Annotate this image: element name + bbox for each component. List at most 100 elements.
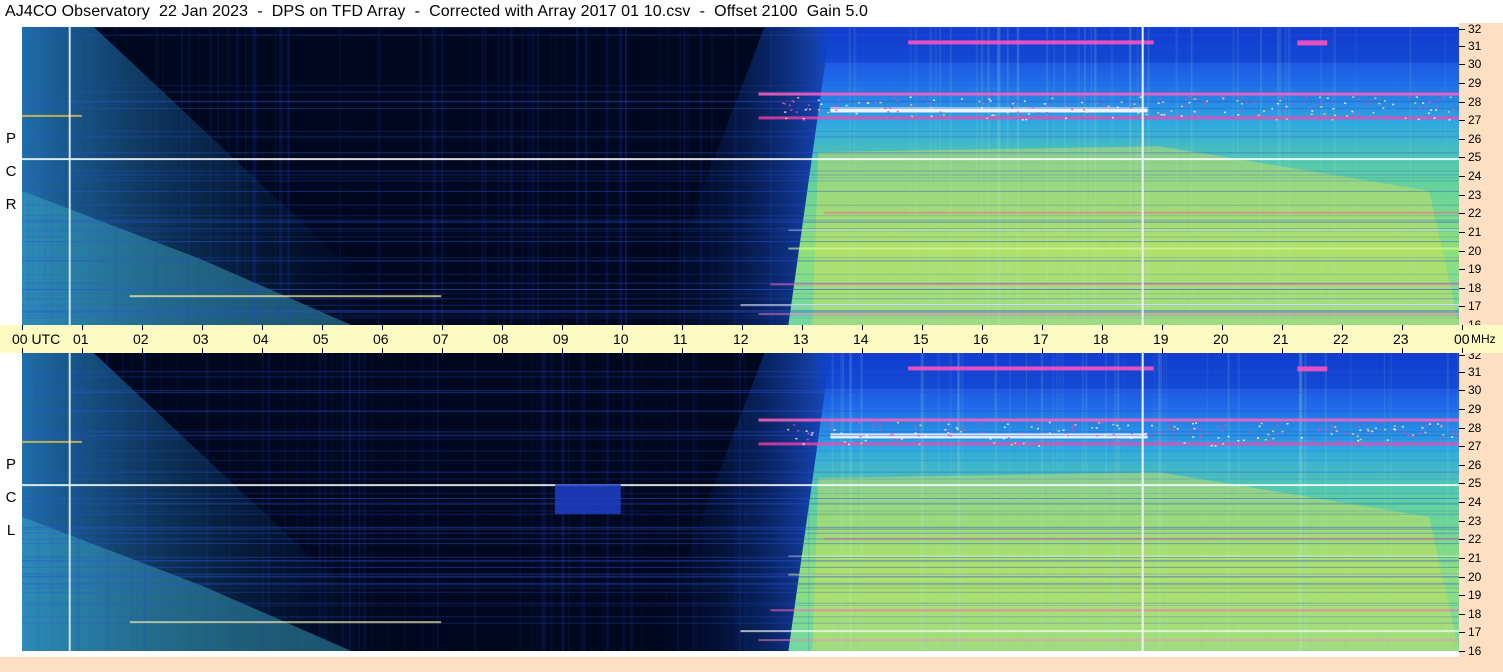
interference-speckle (805, 430, 808, 432)
noise-column (1324, 353, 1328, 651)
interference-speckle (989, 100, 992, 102)
faint-horizontal-line (22, 180, 1459, 182)
freq-tick-label: 22 (1468, 532, 1482, 547)
marker-line-early (68, 27, 71, 325)
freq-tick-label: 28 (1468, 420, 1482, 435)
interference-speckle (1428, 423, 1431, 425)
interference-speckle (917, 434, 920, 437)
interference-speckle (1010, 443, 1013, 446)
interference-speckle (1221, 95, 1224, 98)
interference-speckle (1127, 424, 1130, 427)
interference-speckle (783, 103, 786, 105)
interference-speckle (1290, 103, 1293, 105)
interference-speckle (1048, 421, 1051, 424)
noise-column (330, 353, 333, 651)
faint-horizontal-line (22, 314, 1459, 316)
noise-column (227, 27, 230, 325)
interference-speckle (1378, 102, 1381, 105)
interference-speckle (978, 100, 981, 103)
noise-column (1304, 353, 1307, 651)
noise-column (939, 27, 942, 325)
interference-speckle (1102, 98, 1105, 100)
freq-tick-mark (1459, 157, 1465, 159)
noise-column (1190, 27, 1193, 325)
noise-column (1046, 27, 1049, 325)
noise-column (228, 353, 232, 651)
noise-column (296, 353, 299, 651)
marker-line-early (68, 353, 71, 651)
interference-speckle (1133, 103, 1136, 105)
interference-speckle (1089, 118, 1092, 121)
faint-horizontal-line (22, 622, 1459, 624)
noise-column (987, 27, 990, 325)
interference-speckle (988, 98, 991, 101)
interference-speckle (1172, 439, 1175, 442)
interference-speckle (1172, 432, 1175, 435)
freq-tick-label: 29 (1468, 401, 1482, 416)
interference-speckle (1184, 105, 1187, 107)
interference-speckle (1114, 438, 1117, 440)
noise-column (1300, 353, 1303, 651)
freq-tick-label: 18 (1468, 280, 1482, 295)
interference-speckle (1159, 98, 1162, 101)
interference-speckle (837, 113, 840, 115)
freq-tick-mark (1459, 306, 1465, 308)
interference-speckle (802, 443, 805, 445)
interference-speckle (1199, 434, 1202, 436)
interference-speckle (1302, 101, 1305, 104)
noise-column (497, 27, 500, 325)
freq-tick-label: 16 (1468, 644, 1482, 658)
noise-column (363, 353, 366, 651)
time-tick-label: 23 (1393, 331, 1409, 347)
interference-speckle (930, 107, 933, 109)
interference-speckle (1253, 101, 1256, 104)
interference-speckle (843, 441, 846, 443)
noise-column (1260, 27, 1262, 325)
interference-speckle (1318, 118, 1321, 120)
interference-speckle (1107, 105, 1110, 108)
frequency-band (758, 116, 1459, 120)
noise-column (980, 27, 984, 325)
interference-speckle (805, 108, 808, 110)
interference-speckle (863, 99, 866, 101)
faint-horizontal-line (22, 228, 1459, 230)
interference-speckle (1031, 106, 1034, 109)
interference-speckle (1214, 445, 1217, 447)
faint-horizontal-line (22, 492, 1459, 494)
noise-column (1094, 27, 1097, 325)
noise-column (209, 27, 212, 325)
interference-speckle (1455, 433, 1458, 435)
interference-speckle (1091, 110, 1094, 113)
noise-column (275, 27, 277, 325)
interference-speckle (1189, 429, 1192, 431)
interference-speckle (1057, 430, 1060, 432)
interference-speckle (1268, 439, 1271, 442)
noise-column (618, 27, 620, 325)
faint-horizontal-line (22, 177, 1459, 179)
interference-speckle (1176, 428, 1179, 430)
frequency-band (22, 440, 82, 443)
noise-column (563, 27, 565, 325)
noise-column (860, 353, 863, 651)
interference-speckle (958, 110, 961, 112)
interference-speckle (1366, 428, 1369, 431)
faint-horizontal-line (22, 602, 1459, 604)
interference-speckle (1285, 105, 1288, 108)
time-tick-mark (982, 348, 983, 353)
interference-speckle (1157, 102, 1160, 104)
interference-speckle (1038, 445, 1041, 447)
freq-tick-label: 21 (1468, 224, 1482, 239)
faint-horizontal-line (22, 260, 1459, 262)
interference-speckle (1002, 437, 1005, 440)
faint-horizontal-line (22, 459, 1459, 461)
interference-speckle (1007, 437, 1010, 439)
noise-column (922, 353, 925, 651)
noise-column (1165, 353, 1167, 651)
interference-speckle (857, 421, 860, 424)
noise-column (658, 27, 660, 325)
interference-speckle (1112, 433, 1115, 436)
interference-speckle (1318, 429, 1321, 432)
freq-tick-label: 30 (1468, 383, 1482, 398)
interference-speckle (1188, 96, 1191, 98)
interference-speckle (1199, 436, 1202, 438)
